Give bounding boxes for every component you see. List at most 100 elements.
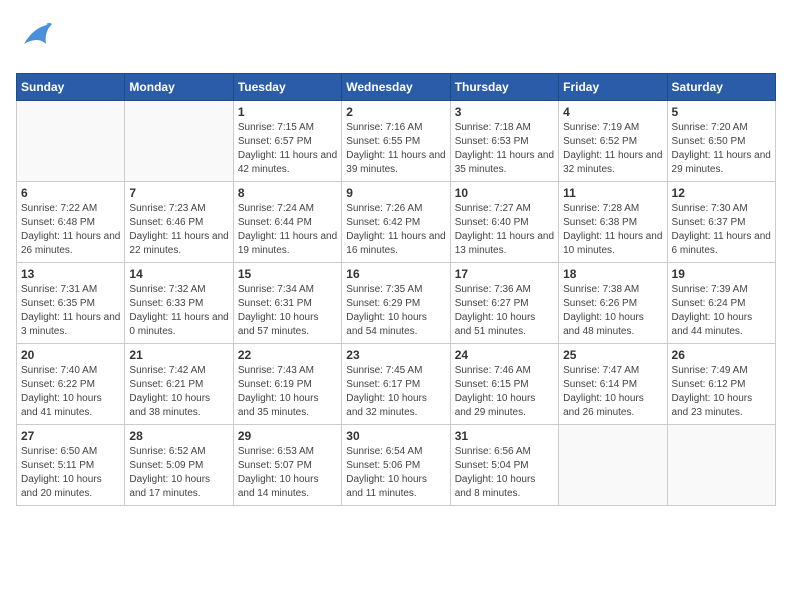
- day-info: Sunrise: 6:52 AM Sunset: 5:09 PM Dayligh…: [129, 445, 228, 501]
- calendar-cell: [125, 101, 233, 182]
- day-number: 11: [563, 186, 662, 200]
- day-info: Sunrise: 7:20 AM Sunset: 6:50 PM Dayligh…: [672, 121, 771, 177]
- day-info: Sunrise: 7:19 AM Sunset: 6:52 PM Dayligh…: [563, 121, 662, 177]
- weekday-header-cell: Tuesday: [233, 74, 341, 101]
- calendar-cell: 31 Sunrise: 6:56 AM Sunset: 5:04 PM Dayli…: [450, 425, 558, 506]
- weekday-header-cell: Friday: [559, 74, 667, 101]
- day-info: Sunrise: 7:24 AM Sunset: 6:44 PM Dayligh…: [238, 202, 337, 258]
- day-info: Sunrise: 6:50 AM Sunset: 5:11 PM Dayligh…: [21, 445, 120, 501]
- day-info: Sunrise: 7:42 AM Sunset: 6:21 PM Dayligh…: [129, 364, 228, 420]
- day-info: Sunrise: 7:43 AM Sunset: 6:19 PM Dayligh…: [238, 364, 337, 420]
- day-number: 12: [672, 186, 771, 200]
- logo: [16, 16, 60, 61]
- calendar-week-row: 20 Sunrise: 7:40 AM Sunset: 6:22 PM Dayli…: [17, 344, 776, 425]
- day-number: 4: [563, 105, 662, 119]
- day-info: Sunrise: 7:39 AM Sunset: 6:24 PM Dayligh…: [672, 283, 771, 339]
- weekday-header-cell: Wednesday: [342, 74, 450, 101]
- day-info: Sunrise: 7:45 AM Sunset: 6:17 PM Dayligh…: [346, 364, 445, 420]
- day-number: 24: [455, 348, 554, 362]
- weekday-header-cell: Thursday: [450, 74, 558, 101]
- calendar-cell: 15 Sunrise: 7:34 AM Sunset: 6:31 PM Dayli…: [233, 263, 341, 344]
- day-info: Sunrise: 7:30 AM Sunset: 6:37 PM Dayligh…: [672, 202, 771, 258]
- day-info: Sunrise: 7:22 AM Sunset: 6:48 PM Dayligh…: [21, 202, 120, 258]
- day-number: 1: [238, 105, 337, 119]
- calendar-cell: 7 Sunrise: 7:23 AM Sunset: 6:46 PM Daylig…: [125, 182, 233, 263]
- day-info: Sunrise: 6:54 AM Sunset: 5:06 PM Dayligh…: [346, 445, 445, 501]
- day-number: 29: [238, 429, 337, 443]
- day-number: 17: [455, 267, 554, 281]
- day-info: Sunrise: 7:26 AM Sunset: 6:42 PM Dayligh…: [346, 202, 445, 258]
- day-number: 6: [21, 186, 120, 200]
- calendar-cell: 6 Sunrise: 7:22 AM Sunset: 6:48 PM Daylig…: [17, 182, 125, 263]
- day-number: 8: [238, 186, 337, 200]
- calendar-cell: [559, 425, 667, 506]
- calendar-cell: 21 Sunrise: 7:42 AM Sunset: 6:21 PM Dayli…: [125, 344, 233, 425]
- day-number: 3: [455, 105, 554, 119]
- calendar-cell: 2Sunrise: 7:16 AM Sunset: 6:55 PM Daylig…: [342, 101, 450, 182]
- day-info: Sunrise: 7:36 AM Sunset: 6:27 PM Dayligh…: [455, 283, 554, 339]
- day-info: Sunrise: 7:31 AM Sunset: 6:35 PM Dayligh…: [21, 283, 120, 339]
- weekday-header-row: SundayMondayTuesdayWednesdayThursdayFrid…: [17, 74, 776, 101]
- day-info: Sunrise: 7:34 AM Sunset: 6:31 PM Dayligh…: [238, 283, 337, 339]
- calendar-week-row: 13 Sunrise: 7:31 AM Sunset: 6:35 PM Dayli…: [17, 263, 776, 344]
- calendar-cell: 26 Sunrise: 7:49 AM Sunset: 6:12 PM Dayli…: [667, 344, 775, 425]
- calendar-cell: 3Sunrise: 7:18 AM Sunset: 6:53 PM Daylig…: [450, 101, 558, 182]
- day-number: 27: [21, 429, 120, 443]
- page-header: [16, 16, 776, 61]
- calendar-cell: 24 Sunrise: 7:46 AM Sunset: 6:15 PM Dayli…: [450, 344, 558, 425]
- weekday-header-cell: Monday: [125, 74, 233, 101]
- calendar-cell: 13 Sunrise: 7:31 AM Sunset: 6:35 PM Dayli…: [17, 263, 125, 344]
- day-number: 13: [21, 267, 120, 281]
- day-number: 30: [346, 429, 445, 443]
- day-info: Sunrise: 7:15 AM Sunset: 6:57 PM Dayligh…: [238, 121, 337, 177]
- day-info: Sunrise: 7:16 AM Sunset: 6:55 PM Dayligh…: [346, 121, 445, 177]
- calendar-body: 1 Sunrise: 7:15 AM Sunset: 6:57 PM Daylig…: [17, 101, 776, 506]
- day-number: 10: [455, 186, 554, 200]
- calendar-cell: 5 Sunrise: 7:20 AM Sunset: 6:50 PM Daylig…: [667, 101, 775, 182]
- day-number: 28: [129, 429, 228, 443]
- day-info: Sunrise: 6:56 AM Sunset: 5:04 PM Dayligh…: [455, 445, 554, 501]
- calendar-cell: 14Sunrise: 7:32 AM Sunset: 6:33 PM Dayli…: [125, 263, 233, 344]
- day-number: 25: [563, 348, 662, 362]
- calendar-cell: 28 Sunrise: 6:52 AM Sunset: 5:09 PM Dayli…: [125, 425, 233, 506]
- day-number: 26: [672, 348, 771, 362]
- calendar-cell: 11Sunrise: 7:28 AM Sunset: 6:38 PM Dayli…: [559, 182, 667, 263]
- day-info: Sunrise: 7:27 AM Sunset: 6:40 PM Dayligh…: [455, 202, 554, 258]
- calendar-cell: 8 Sunrise: 7:24 AM Sunset: 6:44 PM Daylig…: [233, 182, 341, 263]
- day-info: Sunrise: 7:49 AM Sunset: 6:12 PM Dayligh…: [672, 364, 771, 420]
- calendar-cell: 19Sunrise: 7:39 AM Sunset: 6:24 PM Dayli…: [667, 263, 775, 344]
- day-info: Sunrise: 7:35 AM Sunset: 6:29 PM Dayligh…: [346, 283, 445, 339]
- day-number: 21: [129, 348, 228, 362]
- calendar-week-row: 6 Sunrise: 7:22 AM Sunset: 6:48 PM Daylig…: [17, 182, 776, 263]
- day-number: 22: [238, 348, 337, 362]
- calendar-cell: 17 Sunrise: 7:36 AM Sunset: 6:27 PM Dayli…: [450, 263, 558, 344]
- calendar-cell: 10 Sunrise: 7:27 AM Sunset: 6:40 PM Dayli…: [450, 182, 558, 263]
- day-info: Sunrise: 7:46 AM Sunset: 6:15 PM Dayligh…: [455, 364, 554, 420]
- day-number: 9: [346, 186, 445, 200]
- day-number: 14: [129, 267, 228, 281]
- calendar-cell: 25 Sunrise: 7:47 AM Sunset: 6:14 PM Dayli…: [559, 344, 667, 425]
- day-number: 15: [238, 267, 337, 281]
- calendar-week-row: 1 Sunrise: 7:15 AM Sunset: 6:57 PM Daylig…: [17, 101, 776, 182]
- day-number: 5: [672, 105, 771, 119]
- day-number: 20: [21, 348, 120, 362]
- day-info: Sunrise: 7:23 AM Sunset: 6:46 PM Dayligh…: [129, 202, 228, 258]
- calendar-cell: [667, 425, 775, 506]
- day-number: 7: [129, 186, 228, 200]
- calendar-cell: 22 Sunrise: 7:43 AM Sunset: 6:19 PM Dayli…: [233, 344, 341, 425]
- day-number: 16: [346, 267, 445, 281]
- calendar-cell: 23 Sunrise: 7:45 AM Sunset: 6:17 PM Dayli…: [342, 344, 450, 425]
- calendar-table: SundayMondayTuesdayWednesdayThursdayFrid…: [16, 73, 776, 506]
- calendar-cell: 16 Sunrise: 7:35 AM Sunset: 6:29 PM Dayli…: [342, 263, 450, 344]
- calendar-cell: 9 Sunrise: 7:26 AM Sunset: 6:42 PM Daylig…: [342, 182, 450, 263]
- day-info: Sunrise: 7:40 AM Sunset: 6:22 PM Dayligh…: [21, 364, 120, 420]
- logo-icon: [16, 16, 56, 61]
- calendar-cell: 18Sunrise: 7:38 AM Sunset: 6:26 PM Dayli…: [559, 263, 667, 344]
- calendar-cell: [17, 101, 125, 182]
- day-number: 23: [346, 348, 445, 362]
- day-number: 31: [455, 429, 554, 443]
- day-info: Sunrise: 7:47 AM Sunset: 6:14 PM Dayligh…: [563, 364, 662, 420]
- weekday-header-cell: Saturday: [667, 74, 775, 101]
- calendar-week-row: 27 Sunrise: 6:50 AM Sunset: 5:11 PM Dayli…: [17, 425, 776, 506]
- calendar-cell: 12 Sunrise: 7:30 AM Sunset: 6:37 PM Dayli…: [667, 182, 775, 263]
